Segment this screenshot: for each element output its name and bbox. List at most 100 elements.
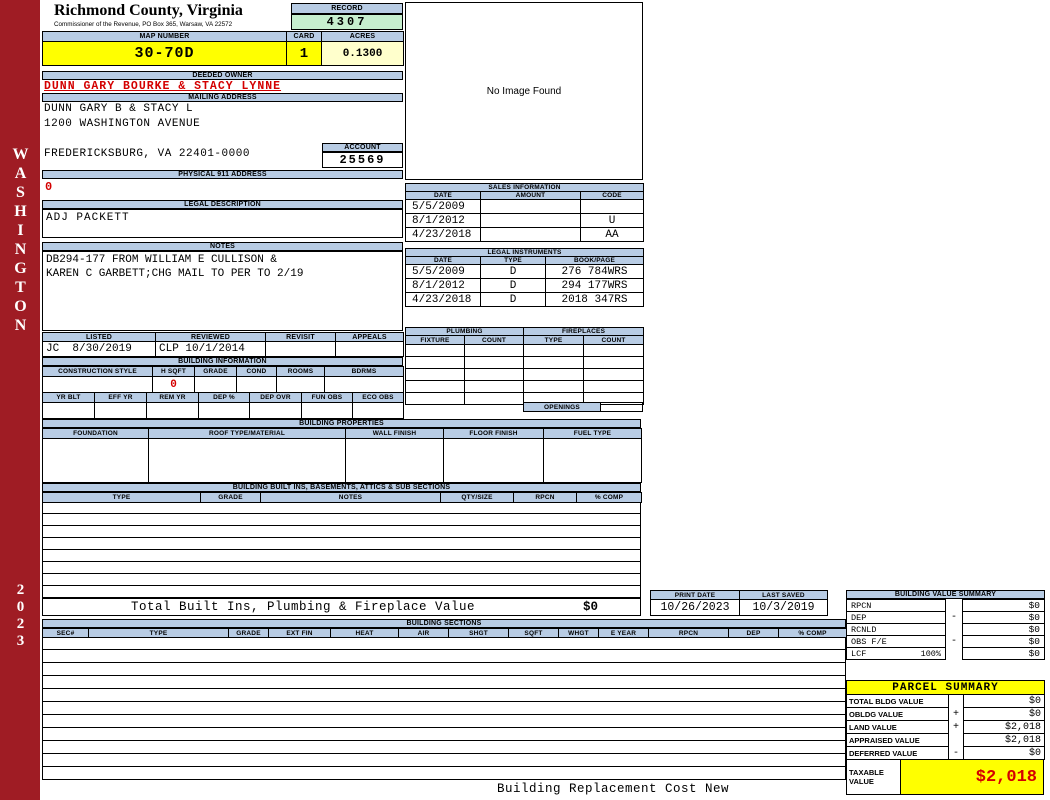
footer-text: Building Replacement Cost New [497,782,730,796]
bi-col-construction-style: CONSTRUCTION STYLE [42,366,153,377]
building-properties-table: FOUNDATION ROOF TYPE/MATERIAL WALL FINIS… [42,428,642,483]
appeals-label: APPEALS [335,332,404,342]
plumbing-fireplaces-table: PLUMBING FIREPLACES FIXTURE COUNT TYPE C… [404,327,645,405]
building-sections-empty-row [43,676,845,689]
building-sections-empty-row [43,702,845,715]
physical-address-value: 0 [45,180,53,194]
bi-effyr-value [94,402,147,419]
sales-table: SALES INFORMATION DATE AMOUNT CODE 5/5/2… [404,183,645,242]
built-ins-empty-row [43,586,640,598]
record-value: 4307 [291,14,403,30]
built-ins-col-qtysize: QTY/SIZE [440,492,514,503]
notes-line: KAREN C GARBETT;CHG MAIL TO PER TO 2/19 [46,268,304,280]
parcel-summary-row: DEFERRED VALUE - $0 [846,746,1045,760]
bi-depovr-value [249,402,302,419]
mailing-line: FREDERICKSBURG, VA 22401-0000 [44,148,250,160]
bp-col-wall: WALL FINISH [345,428,444,439]
ps-value: $2,018 [963,720,1045,734]
sidebar-district-label: WASHINGTON [12,146,29,336]
building-sections-title: BUILDING SECTIONS [42,619,846,628]
plumbing-fireplaces-empty-row [405,356,645,369]
plumbing-fireplaces-empty-row [405,380,645,393]
bp-col-floor: FLOOR FINISH [443,428,544,439]
mailing-line [44,133,324,148]
mailing-address-label: MAILING ADDRESS [42,93,403,102]
ps-op [949,733,963,747]
legal-description-box: ADJ PACKETT [42,209,403,238]
openings-label: OPENINGS [523,402,601,412]
bvs-value: $0 [962,647,1045,660]
li-type: D [480,292,546,307]
ps-label-appraised: APPRAISED VALUE [846,733,949,747]
bvs-label-dep: DEP [851,612,867,623]
legal-instrument-row: 8/1/2012 D 294 177WRS [405,278,645,293]
bi-funobs-value [301,402,353,419]
sales-amount [480,199,581,214]
plumbing-title: PLUMBING [404,327,525,336]
sales-col-date: DATE [405,191,481,200]
built-ins-empty-row [43,526,640,538]
building-sections-empty-row [43,728,845,741]
bvs-label-lcf: LCF [851,648,867,659]
sales-amount [480,227,581,242]
bi-bdrms-value [324,376,404,393]
building-info-table-1: CONSTRUCTION STYLE H SQFT GRADE COND ROO… [42,366,404,393]
parcel-summary-row: APPRAISED VALUE $2,018 [846,733,1045,747]
built-ins-col-grade: GRADE [200,492,261,503]
plumbing-fireplaces-empty-row [405,344,645,357]
built-ins-col-rpcn: RPCN [513,492,577,503]
sales-code: AA [579,227,645,242]
built-ins-empty-row [43,514,640,526]
sales-title: SALES INFORMATION [404,183,645,192]
built-ins-rows [42,502,641,598]
sales-row: 4/23/2018 AA [405,227,645,242]
bi-construction-style-value [42,376,153,393]
ps-value: $0 [963,746,1045,760]
li-date: 5/5/2009 [405,264,481,279]
bi-hsqft-value: 0 [152,376,195,393]
ps-label-land: LAND VALUE [846,720,949,734]
built-ins-empty-row [43,538,640,550]
taxable-value-row: TAXABLE VALUE $2,018 [846,759,1045,795]
bi-col-ecoobs: ECO OBS [352,392,404,403]
built-ins-col-notes: NOTES [260,492,441,503]
county-title: Richmond County, Virginia [54,2,243,19]
notes-label: NOTES [42,242,403,251]
listed-value: JC 8/30/2019 [42,341,156,357]
sidebar: WASHINGTON 2023 [0,0,40,800]
parcel-summary-row: OBLDG VALUE + $0 [846,707,1045,721]
building-sections-empty-row [43,767,845,780]
li-col-bookpage: BOOK/PAGE [544,256,645,265]
bi-grade-value [194,376,237,393]
print-date-label: PRINT DATE [650,590,740,600]
parcel-summary: PARCEL SUMMARY TOTAL BLDG VALUE $0 OBLDG… [846,680,1045,795]
sales-amount [480,213,581,228]
building-sections-rows [42,637,846,780]
li-date: 8/1/2012 [405,278,481,293]
building-value-summary: RPCN $0 DEP - $0 RCNLD $0 OBS F/E - $0 L… [846,599,1045,660]
bi-ecoobs-value [352,402,404,419]
built-ins-col-comp: % COMP [576,492,642,503]
sales-code [579,199,645,214]
ps-label-total-bldg: TOTAL BLDG VALUE [846,694,949,708]
notes-line: DB294-177 FROM WILLIAM E CULLISON & [46,254,278,266]
sales-col-code: CODE [579,191,645,200]
parcel-id-table: MAP NUMBER CARD ACRES 30-70D 1 0.1300 [42,31,404,66]
print-date-value: 10/26/2023 [650,599,740,616]
ps-op: - [952,747,959,759]
bi-deppct-value [198,402,250,419]
bp-col-roof: ROOF TYPE/MATERIAL [148,428,346,439]
bi-col-remyr: REM YR [146,392,199,403]
built-ins-empty-row [43,562,640,574]
account-label: ACCOUNT [322,143,403,152]
taxable-value-amount: $2,018 [900,759,1044,795]
legal-description-label: LEGAL DESCRIPTION [42,200,403,209]
bi-col-effyr: EFF YR [94,392,147,403]
reviewed-value: CLP 10/1/2014 [155,341,266,357]
sales-date: 5/5/2009 [405,199,481,214]
bi-col-hsqft: H SQFT [152,366,195,377]
mailing-line: 1200 WASHINGTON AVENUE [44,118,201,130]
ps-label-obldg: OBLDG VALUE [846,707,949,721]
built-ins-total-value: $0 [582,600,598,614]
bi-col-grade: GRADE [194,366,237,377]
